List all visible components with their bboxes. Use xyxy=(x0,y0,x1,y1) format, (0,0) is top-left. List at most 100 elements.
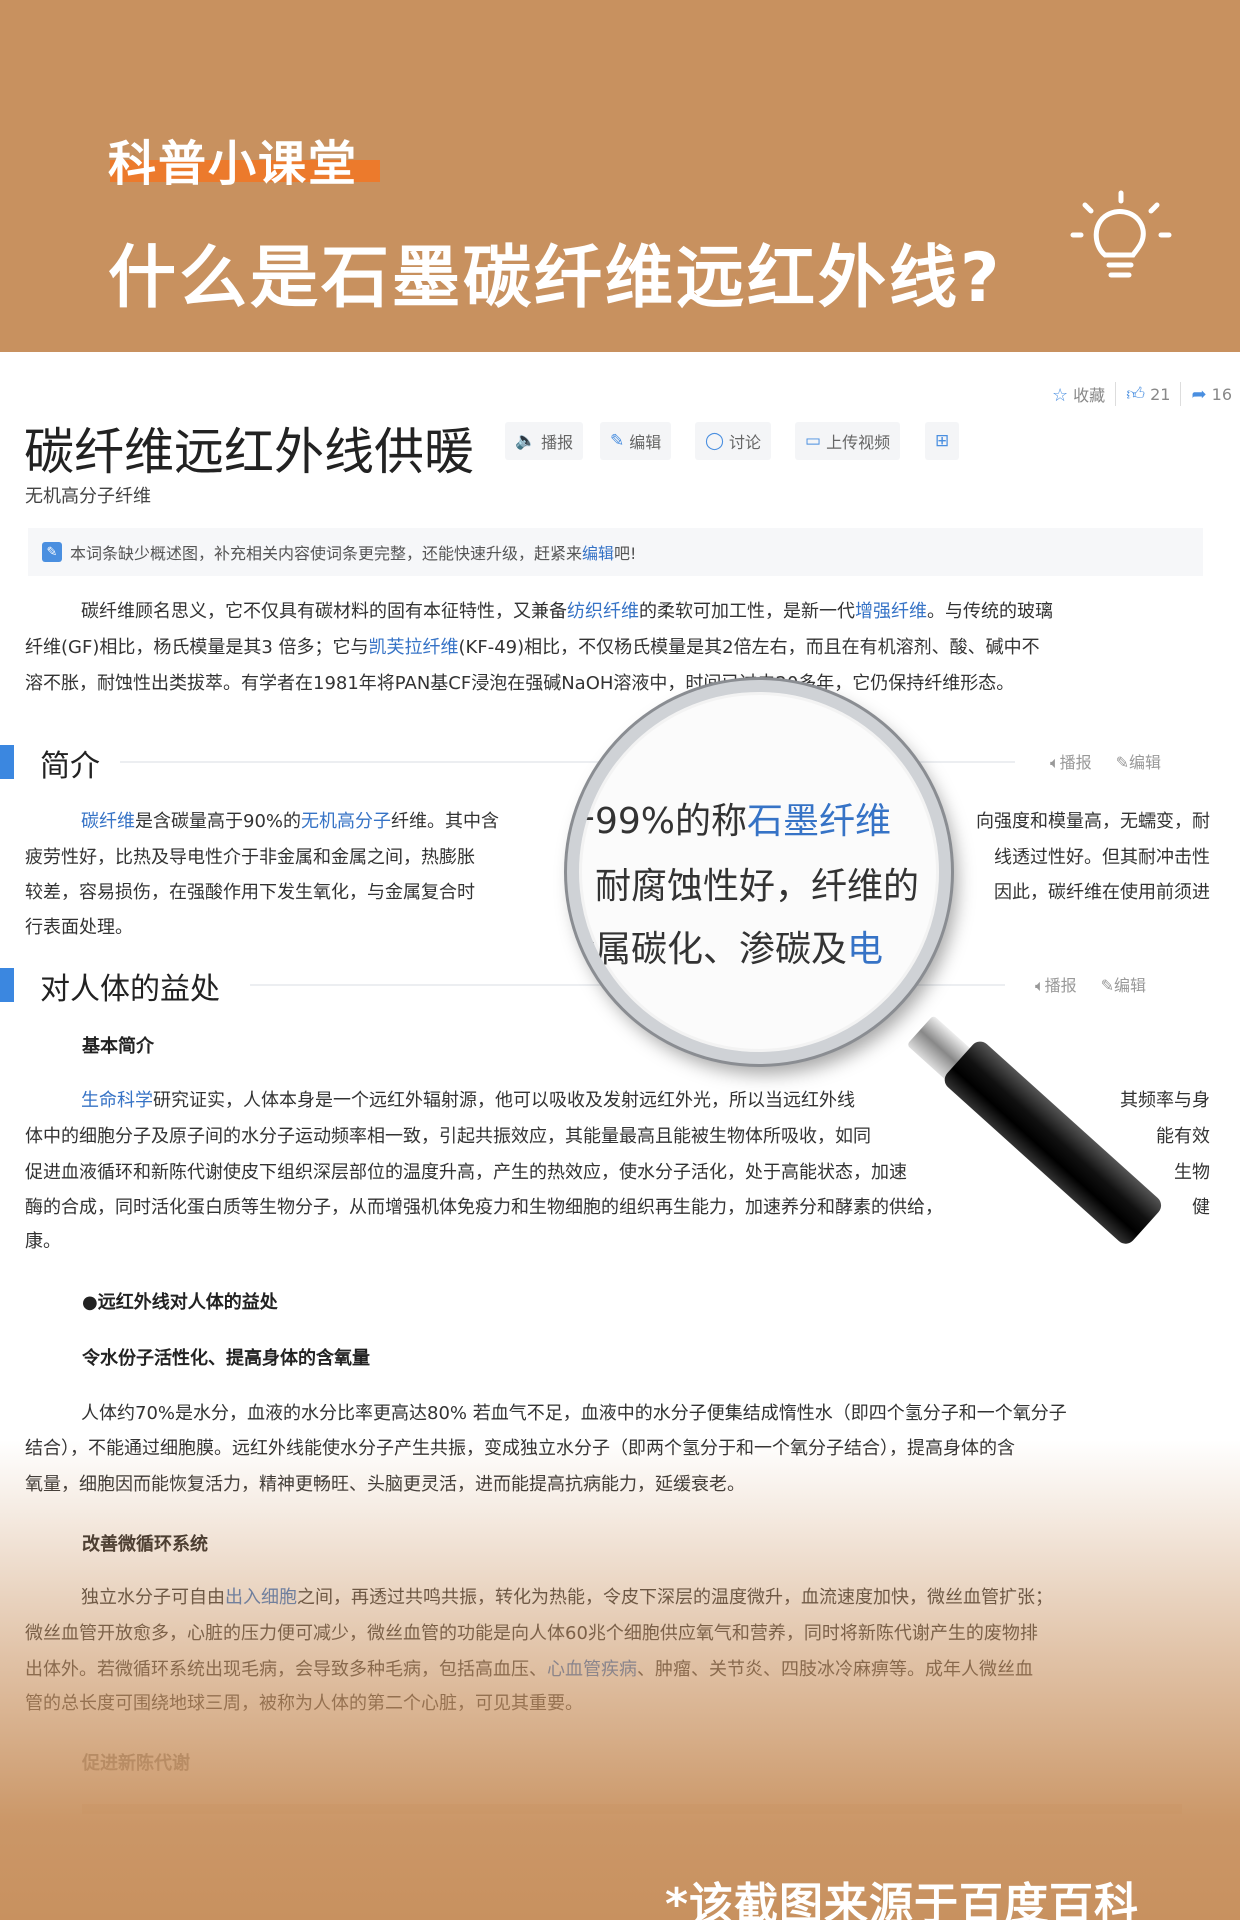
text-segment: 因此，碳纤维在使用前须进 xyxy=(994,882,1210,903)
entry-link[interactable]: 无机高分子 xyxy=(301,807,391,837)
edit-button[interactable]: ✎编辑 xyxy=(1116,749,1161,773)
text-segment: 是含碳量高于90%的 xyxy=(135,811,302,832)
notice-text: 本词条缺少概述图，补充相关内容使词条更完整，还能快速升级，赶紧来 xyxy=(70,544,583,563)
entry-top-tools: ☆ 收藏 👍︎ 21 ➦ 16 xyxy=(1052,382,1232,406)
text-segment: 之间，再透过共鸣共振，转化为热能，令皮下深层的温度微升，血流速度加快，微丝血管扩… xyxy=(297,1587,1053,1608)
action-comment[interactable]: ◯ 讨论 xyxy=(695,422,772,460)
like-count: 21 xyxy=(1150,385,1171,404)
text-line: 纤维(GF)相比，杨氏模量是其3 倍多；它与 凯芙拉纤维 (KF-49)相比，不仅杨… xyxy=(25,633,1210,663)
entry-link[interactable]: 碳纤维 xyxy=(81,807,135,837)
comment-icon: ◯ xyxy=(705,431,725,451)
action-video[interactable]: ▭ 上传视频 xyxy=(795,422,901,460)
magnified-text: 于99%的称 xyxy=(567,801,748,842)
text-segment: 出体外。若微循环系统出现毛病，会导致多种毛病，包括高血压、 xyxy=(25,1659,547,1680)
entry-link[interactable]: 凯芙拉纤维 xyxy=(369,633,459,663)
text-segment: 健 xyxy=(1192,1197,1210,1218)
text-segment: 氧量，细胞因而能恢复活力，精神更畅旺、头脑更灵活，进而能提高抗病能力，延缓衰老。 xyxy=(25,1474,745,1495)
edit-icon: ✎ xyxy=(42,542,62,562)
text-line: 人体约70%是水分，血液的水分比率更高达80% 若血气不足，血液中的水分子便集结… xyxy=(25,1399,1210,1429)
section-bar xyxy=(0,745,14,779)
text-segment: 酶的合成，同时活化蛋白质等生物分子，从而增强机体免疫力和生物细胞的组织再生能力，… xyxy=(25,1197,943,1218)
action-label: 播报 xyxy=(541,433,574,452)
magnified-link: 电 xyxy=(847,929,884,970)
entry-link[interactable]: 纺织纤维 xyxy=(567,597,639,627)
text-segment: 管的总长度可围绕地球三周，被称为人体的第二个心脏，可见其重要。 xyxy=(25,1693,583,1714)
share-icon: ➦ xyxy=(1191,383,1207,405)
entry-link[interactable]: 出入细胞 xyxy=(225,1583,297,1613)
magnified-text: 金属碳化、渗碳及 xyxy=(567,929,848,970)
magnified-text-line: 金属碳化、渗碳及电 xyxy=(567,920,884,972)
entry-link[interactable]: 心血管疾病 xyxy=(547,1655,637,1685)
broadcast-label: 播报 xyxy=(1059,753,1092,772)
action-speaker[interactable]: 🔈 播报 xyxy=(505,422,584,460)
text-line: 溶不胀，耐蚀性出类拔萃。有学者在1981年将PAN基CF浸泡在强碱NaOH溶液中… xyxy=(25,669,1210,699)
star-icon: ☆ xyxy=(1051,385,1069,406)
text-line: 结合），不能通过细胞膜。远红外线能使水分子产生共振，变成独立水分子（即两个氢分于… xyxy=(25,1434,1210,1464)
text-line: 微丝血管开放愈多，心脏的压力便可减少，微丝血管的功能是向人体60兆个细胞供应氧气… xyxy=(25,1619,1210,1649)
notice-edit-link[interactable]: 编辑 xyxy=(582,544,614,563)
subheading-water: 令水份子活性化、提高身体的含氧量 xyxy=(82,1348,370,1369)
faded-text-line xyxy=(82,1804,1182,1814)
magnified-text-line: 于99%的称石墨纤维 xyxy=(567,792,891,844)
text-segment: 生物 xyxy=(1174,1162,1210,1183)
text-segment: 。与传统的玻璃 xyxy=(927,601,1053,622)
action-label: 上传视频 xyxy=(826,433,891,452)
video-icon: ▭ xyxy=(805,431,822,451)
text-segment: 的柔软可加工性，是新一代 xyxy=(639,601,855,622)
edit-button[interactable]: ✎编辑 xyxy=(1101,972,1146,996)
add-button[interactable]: ⊞ xyxy=(925,422,960,460)
entry-title: 碳纤维远红外线供暖 xyxy=(24,423,474,481)
share-button[interactable]: ➦ 16 xyxy=(1191,384,1232,405)
entry-subtitle: 无机高分子纤维 xyxy=(25,486,151,507)
collect-button[interactable]: ☆ 收藏 xyxy=(1052,382,1105,406)
subheading-basic: 基本简介 xyxy=(82,1036,154,1057)
magnified-text-line: 、耐腐蚀性好，纤维的 xyxy=(567,857,920,909)
main-title: 什么是石墨碳纤维远红外线? xyxy=(108,239,1003,318)
broadcast-button[interactable]: 🔈︎播报 xyxy=(1050,749,1092,773)
text-segment: 人体约70%是水分，血液的水分比率更高达80% 若血气不足，血液中的水分子便集结… xyxy=(81,1403,1067,1424)
text-segment: 行表面处理。 xyxy=(25,917,133,938)
speaker-icon: 🔈 xyxy=(515,431,537,451)
broadcast-label: 播报 xyxy=(1044,976,1077,995)
action-pencil[interactable]: ✎ 编辑 xyxy=(600,422,672,460)
lightbulb-icon xyxy=(1070,190,1172,278)
action-label: 编辑 xyxy=(629,433,662,452)
text-segment: 向强度和模量高，无蠕变，耐 xyxy=(976,811,1210,832)
text-line: 独立水分子可自由 出入细胞 之间，再透过共鸣共振，转化为热能，令皮下深层的温度微升，… xyxy=(25,1583,1210,1613)
magnified-text: 、耐腐蚀性好，纤维的 xyxy=(567,866,920,907)
text-line: 酶的合成，同时活化蛋白质等生物分子，从而增强机体免疫力和生物细胞的组织再生能力，… xyxy=(25,1193,1210,1223)
kicker-label: 科普小课堂 xyxy=(108,136,359,192)
text-segment: 研究证实，人体本身是一个远红外辐射源，他可以吸收及发射远红外光，所以当远红外线 xyxy=(153,1090,855,1111)
text-segment: 结合），不能通过细胞膜。远红外线能使水分子产生共振，变成独立水分子（即两个氢分于… xyxy=(25,1438,1015,1459)
notice-tail: 吧! xyxy=(614,544,637,563)
plus-icon: ⊞ xyxy=(935,431,950,451)
pencil-icon: ✎ xyxy=(610,431,625,451)
notice-bar: ✎ 本词条缺少概述图，补充相关内容使词条更完整，还能快速升级，赶紧来编辑吧! xyxy=(28,528,1203,576)
collect-label: 收藏 xyxy=(1073,386,1106,405)
text-segment: 溶不胀，耐蚀性出类拔萃。有学者在1981年将PAN基CF浸泡在强碱NaOH溶液中… xyxy=(25,673,1015,694)
section-bar xyxy=(0,968,14,1002)
share-count: 16 xyxy=(1211,384,1232,404)
text-segment: 能有效 xyxy=(1156,1126,1210,1147)
text-segment: 康。 xyxy=(25,1231,61,1252)
broadcast-button[interactable]: 🔈︎播报 xyxy=(1035,972,1077,996)
entry-link[interactable]: 增强纤维 xyxy=(855,597,927,627)
text-segment: 促进血液循环和新陈代谢使皮下组织深层部位的温度升高，产生的热效应，使水分子活化，… xyxy=(25,1162,907,1183)
entry-link[interactable]: 生命科学 xyxy=(81,1086,153,1116)
section-tools: 🔈︎播报 ✎编辑 xyxy=(1050,749,1161,773)
section-title: 简介 xyxy=(40,749,100,784)
text-segment: 微丝血管开放愈多，心脏的压力便可减少，微丝血管的功能是向人体60兆个细胞供应氧气… xyxy=(25,1623,1038,1644)
text-segment: (KF-49)相比，不仅杨氏模量是其2倍左右，而且在有机溶剂、酸、碱中不 xyxy=(458,637,1040,658)
text-segment: 其频率与身 xyxy=(1120,1090,1210,1111)
text-line: 康。 xyxy=(25,1227,1210,1257)
magnifier-lens: 于99%的称石墨纤维 、耐腐蚀性好，纤维的 金属碳化、渗碳及电 xyxy=(567,680,951,1064)
text-segment: 疲劳性好，比热及导电性介于非金属和金属之间，热膨胀 xyxy=(25,847,475,868)
text-segment: 纤维。其中含 xyxy=(391,811,500,832)
text-segment: 线透过性好。但其耐冲击性 xyxy=(994,847,1210,868)
text-segment: 纤维(GF)相比，杨氏模量是其3 倍多；它与 xyxy=(25,637,369,658)
text-line: 氧量，细胞因而能恢复活力，精神更畅旺、头脑更灵活，进而能提高抗病能力，延缓衰老。 xyxy=(25,1470,1210,1500)
text-segment: 较差，容易损伤，在强酸作用下发生氧化，与金属复合时 xyxy=(25,882,475,903)
header-banner: 科普小课堂 什么是石墨碳纤维远红外线? xyxy=(0,0,1240,352)
like-button[interactable]: 👍︎ 21 xyxy=(1126,383,1170,405)
text-segment: 体中的细胞分子及原子间的水分子运动频率相一致，引起共振效应，其能量最高且能被生物… xyxy=(25,1126,871,1147)
